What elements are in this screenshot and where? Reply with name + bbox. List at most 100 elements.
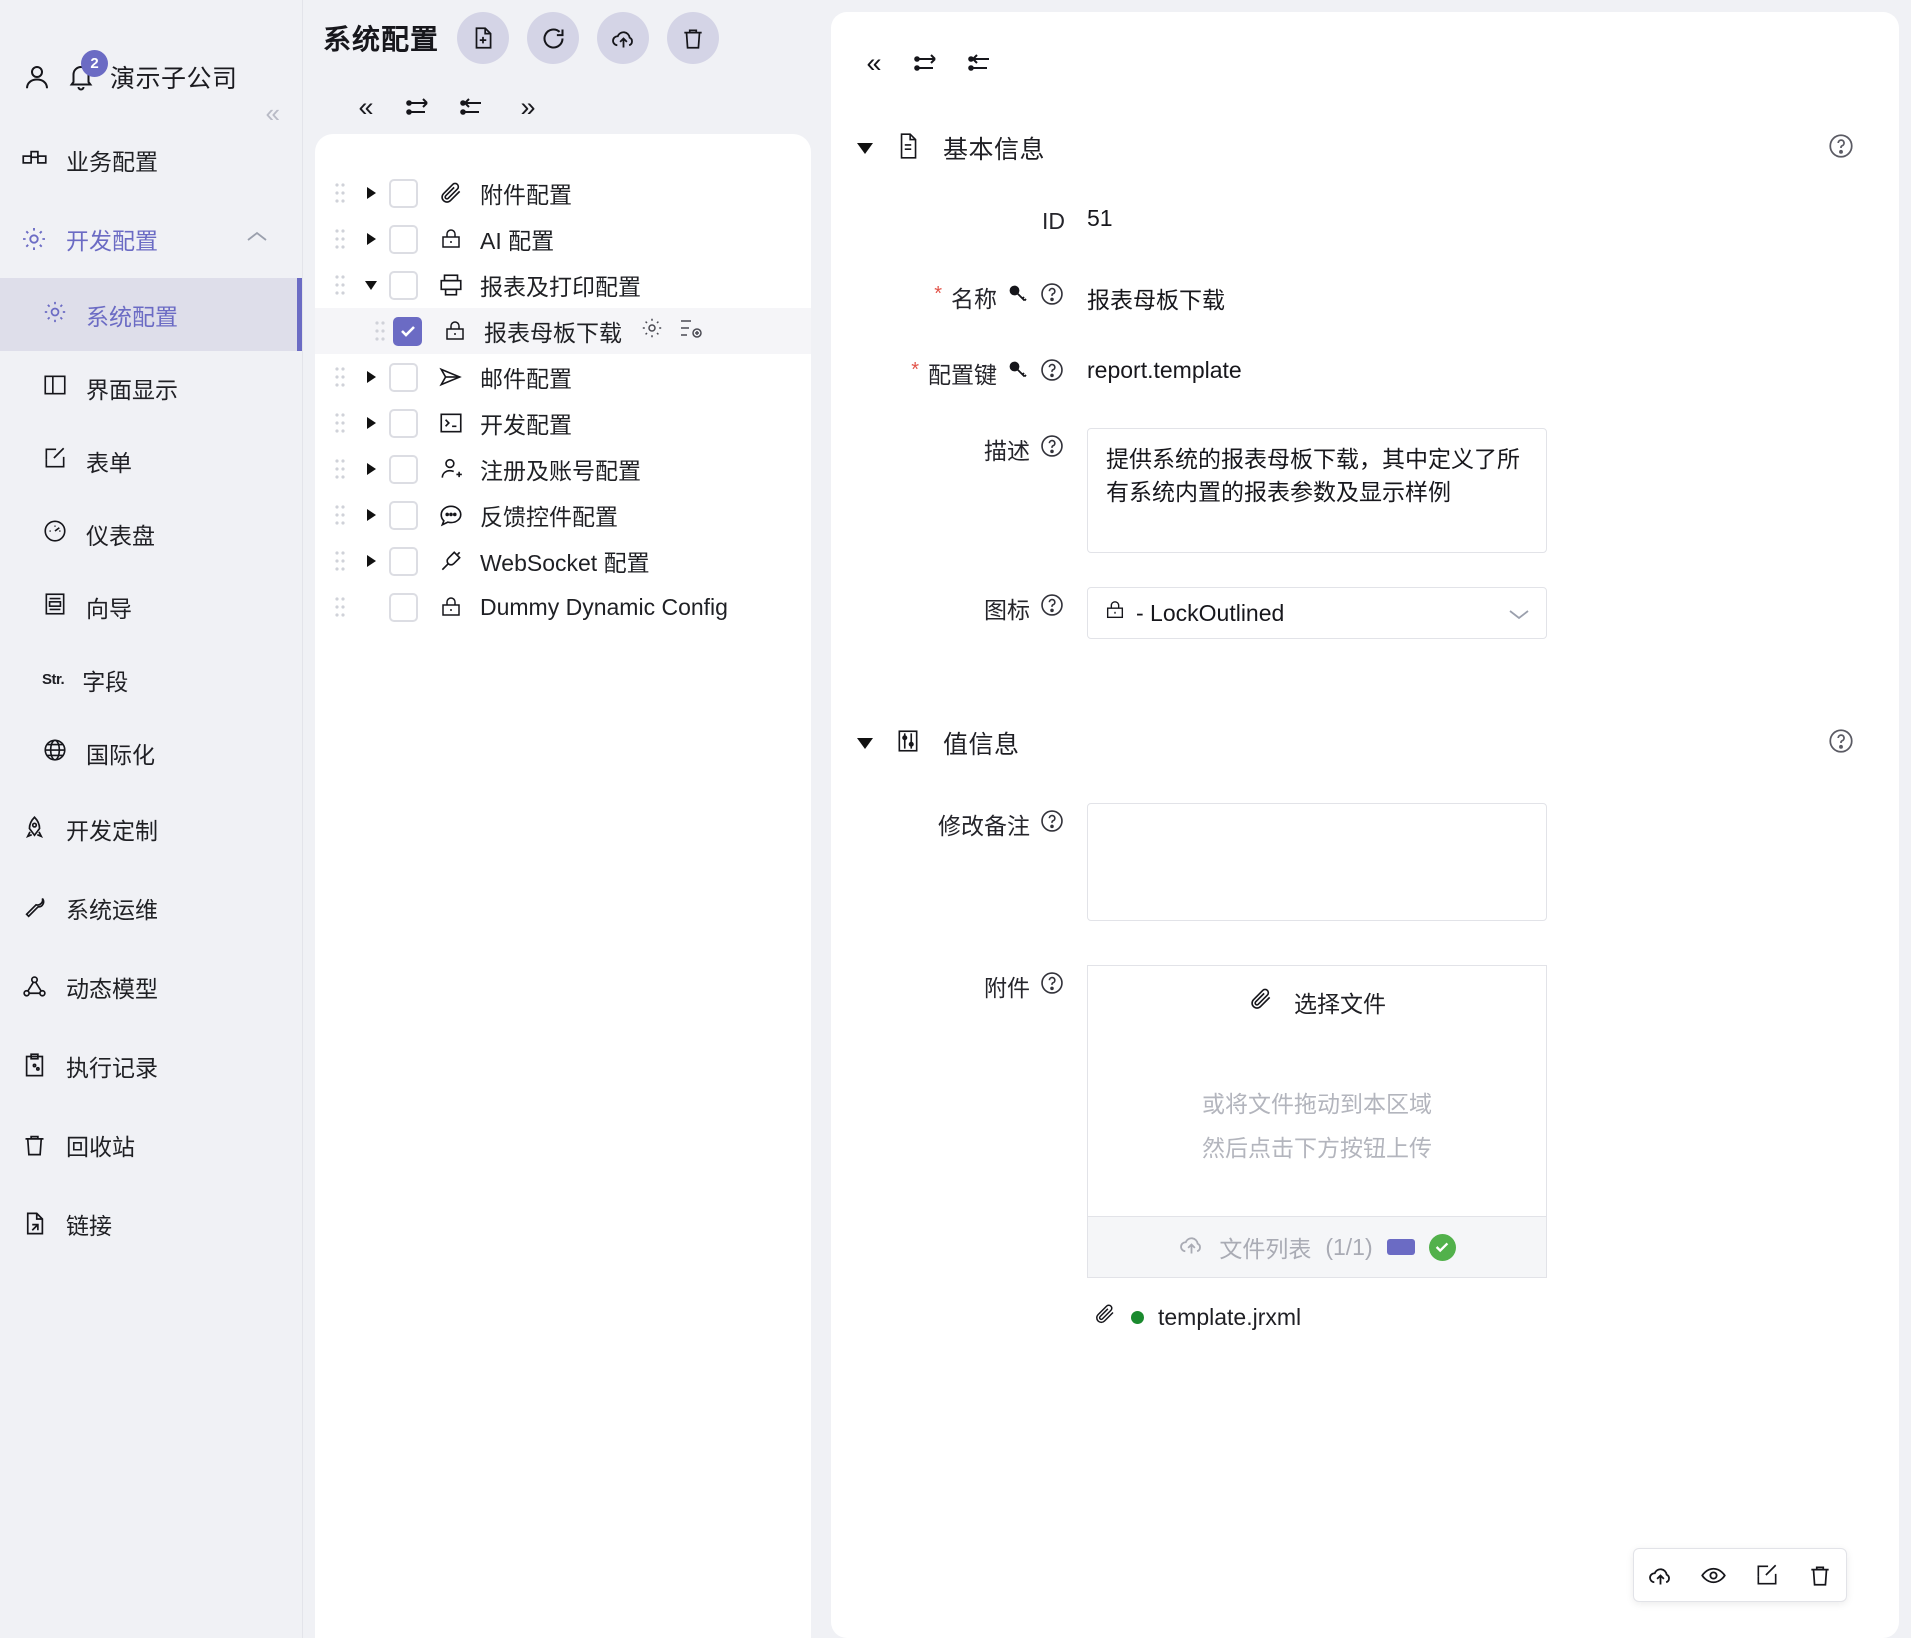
- tree-row[interactable]: WebSocket 配置: [315, 538, 811, 584]
- eye-icon[interactable]: [1687, 1548, 1740, 1602]
- icon-select[interactable]: - LockOutlined: [1087, 587, 1547, 639]
- notifications-bell-icon[interactable]: 2: [66, 62, 96, 92]
- collapse-node-button[interactable]: [965, 46, 999, 80]
- tree-row-label: AI 配置: [480, 222, 554, 256]
- row-checkbox[interactable]: [389, 547, 418, 576]
- cloud-download-icon[interactable]: [1634, 1548, 1687, 1602]
- upload-progress-chip: [1387, 1239, 1415, 1255]
- sidebar-item-i18n[interactable]: 国际化: [0, 716, 302, 789]
- question-circle-icon[interactable]: [1827, 727, 1855, 760]
- delete-button[interactable]: [667, 12, 719, 64]
- collapse-all-button[interactable]: «: [857, 46, 891, 80]
- remark-textarea[interactable]: [1087, 803, 1547, 921]
- tree-row[interactable]: AI 配置: [315, 216, 811, 262]
- drag-handle-icon[interactable]: [327, 366, 353, 388]
- description-textarea[interactable]: 提供系统的报表母板下载，其中定义了所有系统内置的报表参数及显示样例: [1087, 428, 1547, 553]
- sidebar-item-dynamic-model[interactable]: 动态模型: [0, 947, 302, 1026]
- expand-arrow-icon[interactable]: [353, 371, 389, 383]
- attached-file-item[interactable]: template.jrxml: [1093, 1302, 1547, 1332]
- row-checkbox[interactable]: [389, 455, 418, 484]
- organization-name: 演示子公司: [110, 59, 238, 95]
- question-circle-icon[interactable]: [1039, 357, 1065, 389]
- drag-handle-icon[interactable]: [327, 504, 353, 526]
- trash-icon[interactable]: [1793, 1548, 1846, 1602]
- expand-arrow-icon[interactable]: [353, 509, 389, 521]
- question-circle-icon[interactable]: [1039, 433, 1065, 465]
- drag-handle-icon[interactable]: [327, 412, 353, 434]
- row-checkbox[interactable]: [389, 363, 418, 392]
- question-circle-icon[interactable]: [1827, 132, 1855, 165]
- tree-row[interactable]: 报表及打印配置: [315, 262, 811, 308]
- collapse-arrow-icon[interactable]: [353, 281, 389, 290]
- sidebar-item-field[interactable]: Str. 字段: [0, 643, 302, 716]
- drag-handle-icon[interactable]: [327, 274, 353, 296]
- question-circle-icon[interactable]: [1039, 970, 1065, 1002]
- expand-arrow-icon[interactable]: [353, 187, 389, 199]
- question-circle-icon[interactable]: [1039, 592, 1065, 624]
- expand-node-button[interactable]: [911, 46, 945, 80]
- expand-all-button[interactable]: »: [511, 90, 545, 124]
- section-collapse-arrow-icon[interactable]: [857, 738, 873, 749]
- row-checkbox[interactable]: [389, 271, 418, 300]
- collapse-node-button[interactable]: [457, 90, 491, 124]
- row-checkbox[interactable]: [389, 409, 418, 438]
- file-drop-zone[interactable]: 或将文件拖动到本区域 然后点击下方按钮上传: [1087, 1037, 1547, 1216]
- sidebar-item-recycle-bin[interactable]: 回收站: [0, 1105, 302, 1184]
- sidebar-item-business-config[interactable]: 业务配置: [0, 120, 302, 199]
- drag-handle-icon[interactable]: [327, 228, 353, 250]
- sidebar-item-links[interactable]: 链接: [0, 1184, 302, 1263]
- row-checkbox[interactable]: [389, 225, 418, 254]
- row-checkbox[interactable]: [389, 179, 418, 208]
- drag-handle-icon[interactable]: [367, 320, 393, 342]
- sidebar-item-dashboard[interactable]: 仪表盘: [0, 497, 302, 570]
- sidebar-item-dev-config[interactable]: 开发配置: [0, 199, 302, 278]
- row-checkbox[interactable]: [393, 317, 422, 346]
- sidebar-item-exec-log[interactable]: 执行记录: [0, 1026, 302, 1105]
- sidebar-item-system-ops[interactable]: 系统运维: [0, 868, 302, 947]
- new-file-button[interactable]: [457, 12, 509, 64]
- tree-row[interactable]: Dummy Dynamic Config: [315, 584, 811, 630]
- row-settings-icon[interactable]: [640, 316, 664, 346]
- file-list-bar[interactable]: 文件列表 (1/1): [1087, 1216, 1547, 1278]
- sidebar-item-system-config[interactable]: 系统配置: [0, 278, 302, 351]
- tree-row[interactable]: 开发配置: [315, 400, 811, 446]
- row-checkbox[interactable]: [389, 501, 418, 530]
- drag-handle-icon[interactable]: [327, 182, 353, 204]
- refresh-button[interactable]: [527, 12, 579, 64]
- tree-row[interactable]: 附件配置: [315, 170, 811, 216]
- expand-node-button[interactable]: [403, 90, 437, 124]
- sidebar-item-guide[interactable]: 向导: [0, 570, 302, 643]
- upload-button[interactable]: [597, 12, 649, 64]
- choose-file-button[interactable]: 选择文件: [1087, 965, 1547, 1037]
- expand-arrow-icon[interactable]: [353, 555, 389, 567]
- sidebar-item-dev-custom[interactable]: 开发定制: [0, 789, 302, 868]
- user-avatar-icon[interactable]: [22, 62, 52, 92]
- row-add-node-icon[interactable]: [678, 316, 704, 346]
- tree-row[interactable]: 注册及账号配置: [315, 446, 811, 492]
- expand-arrow-icon[interactable]: [353, 417, 389, 429]
- drag-handle-icon[interactable]: [327, 458, 353, 480]
- required-asterisk: *: [911, 360, 919, 380]
- expand-arrow-icon[interactable]: [353, 233, 389, 245]
- basic-info-section-header[interactable]: 基本信息: [857, 130, 1855, 166]
- chevron-up-icon[interactable]: [246, 228, 268, 249]
- chevron-down-icon[interactable]: [1508, 600, 1530, 627]
- question-circle-icon[interactable]: [1039, 281, 1065, 313]
- tree-row[interactable]: 报表母板下载: [315, 308, 811, 354]
- question-circle-icon[interactable]: [1039, 808, 1065, 840]
- tree-row-label: 邮件配置: [480, 360, 572, 394]
- sidebar-item-form[interactable]: 表单: [0, 424, 302, 497]
- sidebar-item-ui-display[interactable]: 界面显示: [0, 351, 302, 424]
- field-label: 名称: [951, 280, 997, 314]
- value-info-section-header[interactable]: 值信息: [857, 725, 1855, 761]
- section-collapse-arrow-icon[interactable]: [857, 143, 873, 154]
- drag-handle-icon[interactable]: [327, 596, 353, 618]
- row-checkbox[interactable]: [389, 593, 418, 622]
- tree-row-label: Dummy Dynamic Config: [480, 594, 728, 621]
- edit-square-icon[interactable]: [1740, 1548, 1793, 1602]
- collapse-all-button[interactable]: «: [349, 90, 383, 124]
- tree-row[interactable]: 反馈控件配置: [315, 492, 811, 538]
- drag-handle-icon[interactable]: [327, 550, 353, 572]
- tree-row[interactable]: 邮件配置: [315, 354, 811, 400]
- expand-arrow-icon[interactable]: [353, 463, 389, 475]
